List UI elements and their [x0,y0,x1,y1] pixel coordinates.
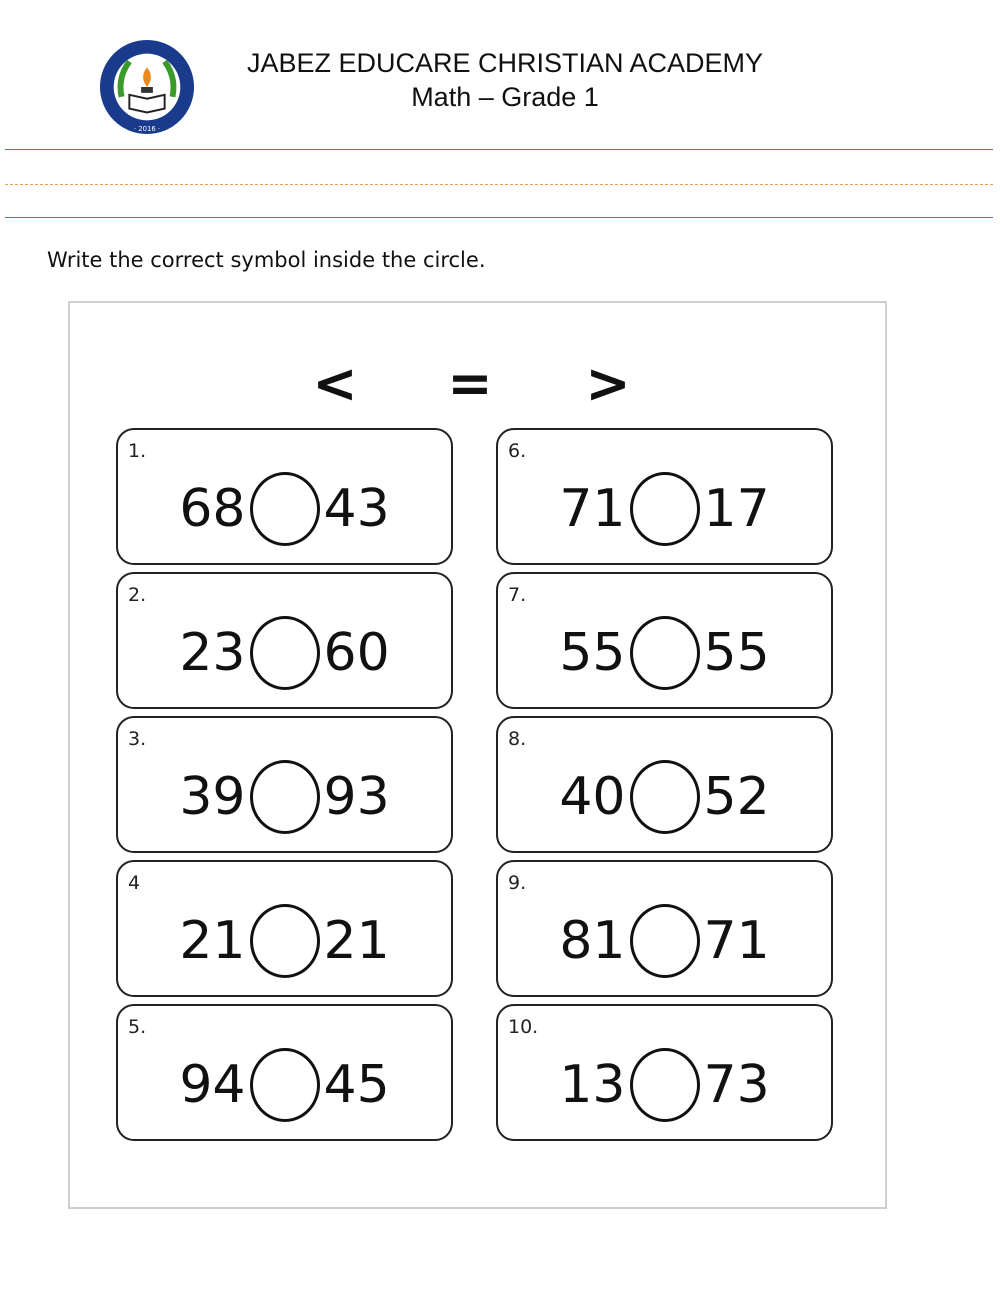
left-number: 94 [179,1055,246,1115]
left-number: 39 [179,767,246,827]
answer-circle[interactable] [629,1048,700,1122]
answer-circle[interactable] [249,472,320,546]
right-number: 60 [323,623,390,683]
symbol-greater-than: > [585,352,631,415]
left-number: 21 [179,911,246,971]
right-number: 45 [323,1055,390,1115]
school-name: JABEZ EDUCARE CHRISTIAN ACADEMY [246,48,764,78]
answer-circle[interactable] [249,760,320,834]
left-number: 71 [559,479,626,539]
item-number: 1. [128,440,147,462]
left-number: 55 [559,623,626,683]
comparison-item: 1. 68 43 [116,428,453,565]
item-number: 9. [508,872,527,894]
instruction: Write the correct symbol inside the circ… [47,248,486,272]
comparison: 13 73 [498,1048,831,1122]
item-number: 3. [128,728,147,750]
comparison: 71 17 [498,472,831,546]
rule-line [5,149,993,150]
comparison-item: 10. 13 73 [496,1004,833,1141]
comparison-item: 8. 40 52 [496,716,833,853]
comparison: 39 93 [118,760,451,834]
item-number: 7. [508,584,527,606]
right-number: 17 [703,479,770,539]
answer-circle[interactable] [629,616,700,690]
rule-line [5,217,993,218]
answer-circle[interactable] [249,1048,320,1122]
comparison-item: 5. 94 45 [116,1004,453,1141]
symbol-equals: = [447,352,493,415]
right-number: 73 [703,1055,770,1115]
left-number: 40 [559,767,626,827]
comparison: 40 52 [498,760,831,834]
comparison: 68 43 [118,472,451,546]
comparison-item: 6. 71 17 [496,428,833,565]
left-number: 13 [559,1055,626,1115]
right-number: 55 [703,623,770,683]
comparison-item: 7. 55 55 [496,572,833,709]
rule-line-dashed [5,184,993,185]
comparison: 21 21 [118,904,451,978]
left-number: 68 [179,479,246,539]
right-number: 43 [323,479,390,539]
answer-circle[interactable] [629,472,700,546]
comparison: 23 60 [118,616,451,690]
item-number: 5. [128,1016,147,1038]
answer-circle[interactable] [249,616,320,690]
item-number: 8. [508,728,527,750]
item-number: 6. [508,440,527,462]
subject-title: Math – Grade 1 [411,82,599,112]
left-number: 81 [559,911,626,971]
comparison-item: 4 21 21 [116,860,453,997]
comparison: 55 55 [498,616,831,690]
left-number: 23 [179,623,246,683]
answer-circle[interactable] [629,904,700,978]
worksheet-page: · 2016 · JABEZ EDUCARE CHRISTIAN ACADEMY… [0,0,1000,1291]
comparison-item: 3. 39 93 [116,716,453,853]
right-number: 71 [703,911,770,971]
right-number: 52 [703,767,770,827]
item-number: 10. [508,1016,539,1038]
answer-circle[interactable] [249,904,320,978]
svg-text:· 2016 ·: · 2016 · [134,125,160,133]
symbol-less-than: < [312,352,358,415]
comparison: 94 45 [118,1048,451,1122]
item-number: 4 [128,872,141,894]
right-number: 21 [323,911,390,971]
comparison-item: 9. 81 71 [496,860,833,997]
comparison-item: 2. 23 60 [116,572,453,709]
comparison: 81 71 [498,904,831,978]
answer-circle[interactable] [629,760,700,834]
right-number: 93 [323,767,390,827]
item-number: 2. [128,584,147,606]
